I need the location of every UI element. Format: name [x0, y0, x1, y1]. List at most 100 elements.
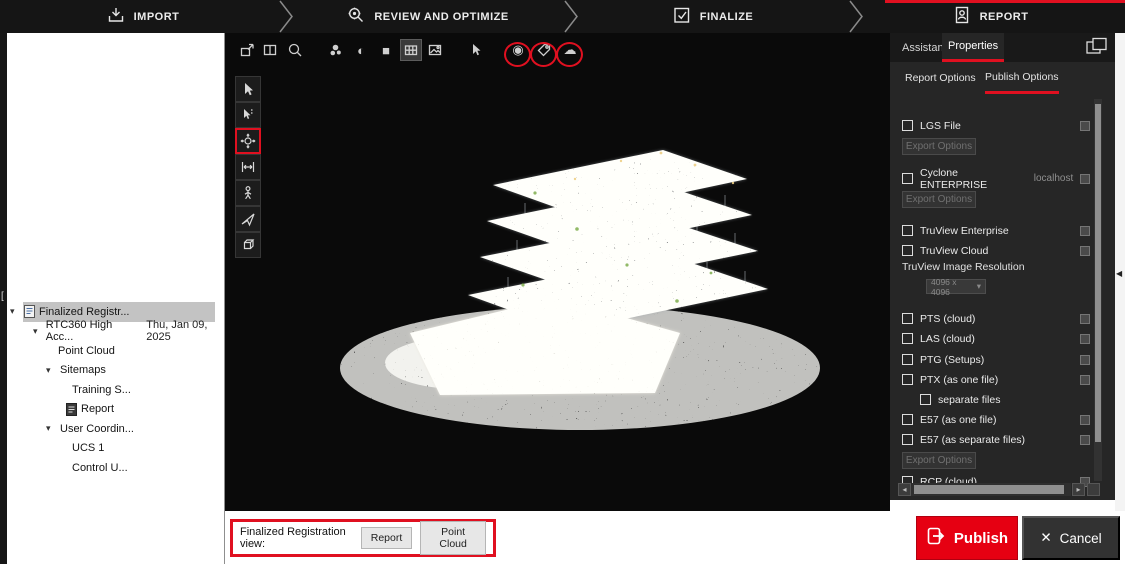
scrollbar-corner-box: [1087, 483, 1100, 496]
option-settings-icon[interactable]: [1080, 246, 1090, 256]
workflow-step-finalize[interactable]: FINALIZE: [570, 0, 855, 33]
option-label: Cyclone ENTERPRISE: [920, 167, 1025, 191]
tree-item-sitemaps[interactable]: ▾ Sitemaps: [7, 361, 224, 381]
chevron-down-icon: ▾: [977, 281, 981, 292]
option-settings-icon[interactable]: [1080, 435, 1090, 445]
tree-item-rtc360-bundle[interactable]: ▾ RTC360 High Acc... Thu, Jan 09, 2025: [7, 322, 224, 342]
export-options-button-3[interactable]: Export Options: [902, 452, 976, 469]
point-cloud-viewport[interactable]: ◐ ■ ◉ ☁: [225, 33, 890, 511]
image-view-icon[interactable]: [424, 39, 446, 61]
tree-item-label: Point Cloud: [58, 345, 115, 357]
tree-expand-icon[interactable]: ▾: [46, 365, 56, 376]
option-row-truview-enterprise: TruView Enterprise: [902, 222, 1090, 239]
solid-fill-icon[interactable]: ■: [375, 39, 397, 61]
tree-expand-icon[interactable]: ▾: [33, 326, 42, 337]
tree-item-point-cloud[interactable]: Point Cloud: [7, 341, 224, 361]
report-view-button[interactable]: Report: [361, 527, 413, 549]
workflow-step-report[interactable]: REPORT: [855, 0, 1125, 33]
option-row-truview-cloud: TruView Cloud: [902, 242, 1090, 259]
zoom-window-icon[interactable]: [284, 39, 306, 61]
select-cursor-icon[interactable]: [235, 76, 261, 102]
tree-item-training-sitemap[interactable]: Training S...: [7, 380, 224, 400]
checkbox-truview-cloud[interactable]: [902, 245, 913, 256]
tree-item-ucs1[interactable]: UCS 1: [7, 439, 224, 459]
annotation-circle-3: [556, 42, 583, 67]
tree-item-user-coordinates[interactable]: ▾ User Coordin...: [7, 419, 224, 439]
finalize-icon: [672, 5, 692, 28]
hscroll-right-arrow[interactable]: ▸: [1072, 483, 1085, 496]
tree-item-label: Sitemaps: [60, 364, 106, 376]
measure-icon[interactable]: [235, 154, 261, 180]
option-settings-icon[interactable]: [1080, 415, 1090, 425]
application-window: IMPORT REVIEW AND OPTIMIZE FINALIZE REPO…: [0, 0, 1125, 564]
tree-expand-icon[interactable]: ▾: [10, 306, 20, 317]
checkbox-pts-cloud[interactable]: [902, 313, 913, 324]
horizontal-scrollbar-thumb[interactable]: [914, 485, 1064, 494]
checkbox-cyclone-enterprise[interactable]: [902, 173, 913, 184]
axis-cube-icon[interactable]: [235, 232, 261, 258]
option-settings-icon[interactable]: [1080, 174, 1090, 184]
option-settings-icon[interactable]: [1080, 121, 1090, 131]
option-settings-icon[interactable]: [1080, 334, 1090, 344]
checkbox-separate-files[interactable]: [920, 394, 931, 405]
split-view-icon[interactable]: [259, 39, 281, 61]
tree-item-control-ucs[interactable]: Control U...: [7, 458, 224, 478]
tree-expand-icon[interactable]: ▾: [46, 423, 56, 434]
cancel-button[interactable]: ✕ Cancel: [1022, 516, 1120, 560]
review-optimize-icon: [346, 5, 366, 28]
publish-button[interactable]: Publish: [916, 516, 1018, 560]
truview-resolution-dropdown[interactable]: 4096 x 4096 ▾: [926, 279, 986, 294]
option-settings-icon[interactable]: [1080, 314, 1090, 324]
horizontal-scrollbar[interactable]: [911, 483, 1071, 496]
subtab-publish-options[interactable]: Publish Options: [985, 62, 1059, 94]
annotation-circle-2: [530, 42, 557, 67]
checkbox-e57-one-file[interactable]: [902, 414, 913, 425]
checkbox-truview-enterprise[interactable]: [902, 225, 913, 236]
workflow-step-review[interactable]: REVIEW AND OPTIMIZE: [285, 0, 570, 33]
walk-view-icon[interactable]: [235, 180, 261, 206]
checkbox-las-cloud[interactable]: [902, 333, 913, 344]
point-cloud-view-button[interactable]: Point Cloud: [420, 521, 486, 555]
export-options-button-2[interactable]: Export Options: [902, 191, 976, 208]
checkbox-e57-separate-files[interactable]: [902, 434, 913, 445]
workflow-step-import[interactable]: IMPORT: [0, 0, 285, 33]
viewport-tool-column: [235, 76, 261, 258]
checkbox-lgs-file[interactable]: [902, 120, 913, 131]
vertical-scrollbar[interactable]: [1094, 99, 1102, 481]
vertical-scrollbar-thumb[interactable]: [1095, 104, 1101, 442]
option-row-ptx-one-file: PTX (as one file): [902, 371, 1090, 388]
option-settings-icon[interactable]: [1080, 375, 1090, 385]
tab-properties[interactable]: Properties: [942, 33, 1004, 62]
panel-tab-bar: Assistant Properties: [890, 33, 1115, 62]
option-row-cyclone-enterprise: Cyclone ENTERPRISE localhost: [902, 170, 1090, 187]
workflow-step-label: IMPORT: [134, 11, 180, 23]
tree-item-report[interactable]: Report: [7, 400, 224, 420]
checkbox-ptg-setups[interactable]: [902, 354, 913, 365]
subtab-report-options[interactable]: Report Options: [905, 62, 976, 94]
right-edge-strip: ◀: [1115, 33, 1125, 564]
pick-cursor-icon[interactable]: [465, 39, 487, 61]
point-cloud-render: [225, 33, 890, 511]
checkbox-ptx-one-file[interactable]: [902, 374, 913, 385]
left-panel-collapse-handle[interactable]: [: [1, 291, 4, 302]
select-points-icon[interactable]: [235, 102, 261, 128]
layout-windows-icon[interactable]: [1086, 37, 1108, 61]
tree-item-label: Report: [81, 403, 114, 415]
option-label: separate files: [938, 394, 1000, 406]
hscroll-left-arrow[interactable]: ◂: [898, 483, 911, 496]
option-label: E57 (as one file): [920, 414, 996, 426]
option-settings-icon[interactable]: [1080, 226, 1090, 236]
view-switch-label: Finalized Registration view:: [240, 526, 353, 550]
workflow-bar: IMPORT REVIEW AND OPTIMIZE FINALIZE REPO…: [0, 0, 1125, 33]
project-tree: ▾ Finalized Registr... ▾ RTC360 High Acc…: [7, 302, 224, 478]
sphere-view-icon[interactable]: ◐: [350, 39, 372, 61]
orbit-pan-icon[interactable]: [235, 128, 261, 154]
right-panel-collapse-arrow[interactable]: ◀: [1116, 269, 1122, 278]
option-row-separate-files: separate files: [920, 391, 1090, 408]
view-orientation-icon[interactable]: [236, 39, 258, 61]
grid-view-icon[interactable]: [400, 39, 422, 61]
point-size-icon[interactable]: [325, 39, 347, 61]
export-options-button-1[interactable]: Export Options: [902, 138, 976, 155]
option-settings-icon[interactable]: [1080, 355, 1090, 365]
fly-view-icon[interactable]: [235, 206, 261, 232]
